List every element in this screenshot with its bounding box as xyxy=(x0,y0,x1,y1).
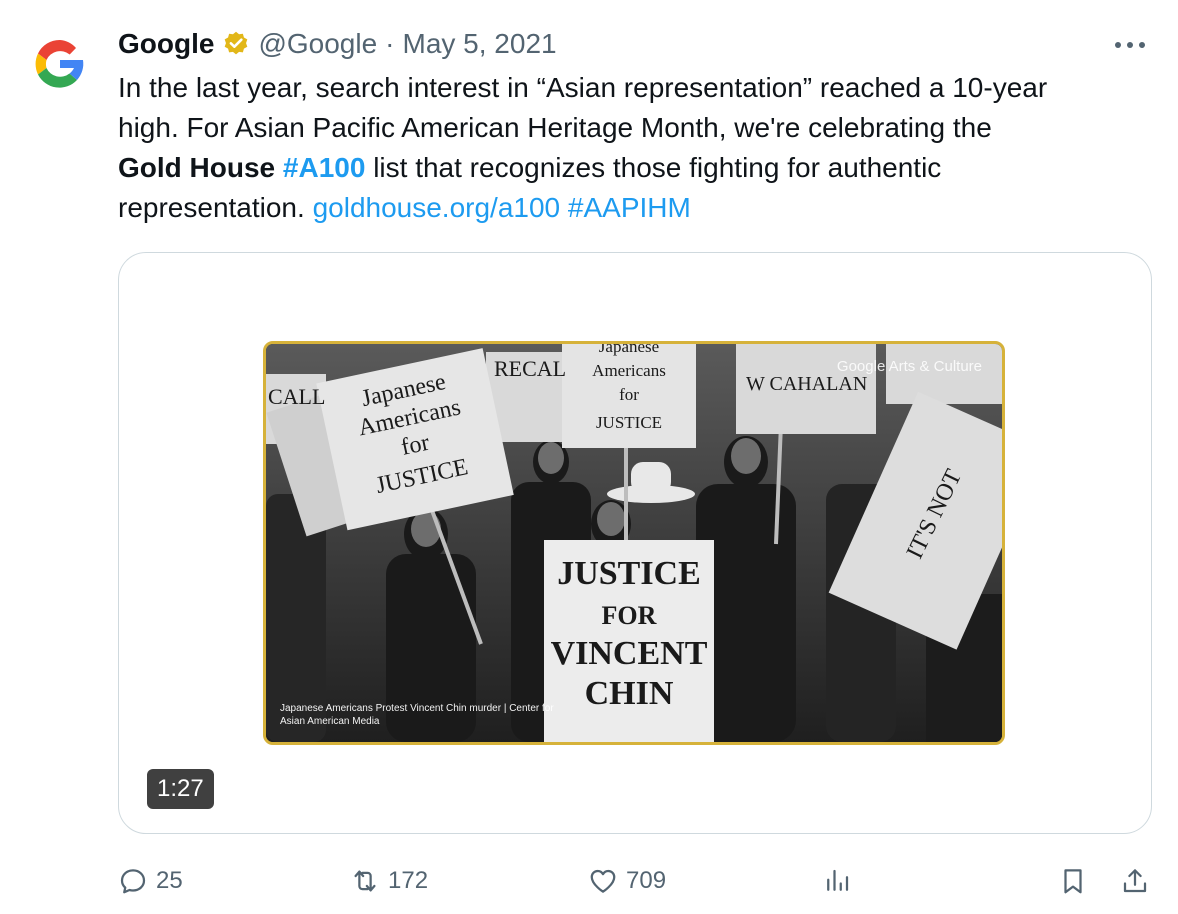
reply-button[interactable]: 25 xyxy=(118,860,183,902)
video-card[interactable]: Japanese Americans for JUSTICE Japanese … xyxy=(118,252,1152,834)
sign-2-line-2: Americans xyxy=(592,361,666,380)
sign-5: W CAHALAN xyxy=(746,373,867,395)
display-name[interactable]: Google xyxy=(118,28,214,60)
sign-2-line-3: for xyxy=(619,385,639,404)
tweet-text-line-3-rest: list that recognizes those fighting for … xyxy=(365,152,942,183)
like-count: 709 xyxy=(626,867,667,894)
share-icon xyxy=(1123,869,1147,893)
tweet-text-line-3: Gold House #A100 list that recognizes th… xyxy=(118,148,1158,188)
separator: · xyxy=(385,28,395,59)
sign-3-line-1: JUSTICE xyxy=(557,555,701,592)
bookmark-button[interactable] xyxy=(1058,860,1088,902)
action-bar: 25 172 709 xyxy=(118,860,1158,902)
views-icon xyxy=(827,869,849,891)
bookmark-icon xyxy=(1064,869,1082,894)
tweet-date[interactable]: May 5, 2021 xyxy=(403,28,557,60)
more-icon xyxy=(1115,42,1145,48)
tweet-text-line-4: representation. goldhouse.org/a100 #AAPI… xyxy=(118,188,1158,228)
share-button[interactable] xyxy=(1120,860,1150,902)
video-caption: Japanese Americans Protest Vincent Chin … xyxy=(280,703,554,727)
gold-house-text: Gold House xyxy=(118,152,276,183)
sign-3-line-3: VINCENT xyxy=(551,635,708,672)
tweet-text-line-2: high. For Asian Pacific American Heritag… xyxy=(118,112,992,143)
sign-7: CALL xyxy=(268,384,325,409)
retweet-icon xyxy=(354,870,376,892)
tweet-header: Google @Google · May 5, 2021 xyxy=(118,26,557,62)
video-thumbnail[interactable]: Japanese Americans for JUSTICE Japanese … xyxy=(263,341,1005,745)
video-watermark: Google Arts & Culture xyxy=(836,358,982,375)
tweet-text-line-1: In the last year, search interest in “As… xyxy=(118,72,1048,103)
sign-4: RECAL xyxy=(494,356,566,381)
retweet-count: 172 xyxy=(388,867,429,894)
tweet: Google @Google · May 5, 2021 In the last… xyxy=(0,0,1178,914)
reply-icon xyxy=(120,869,146,894)
avatar[interactable] xyxy=(22,26,98,102)
google-logo-icon xyxy=(22,26,98,102)
verified-badge-icon xyxy=(222,30,250,58)
tweet-text: In the last year, search interest in “As… xyxy=(118,68,1158,228)
more-options-button[interactable] xyxy=(1112,30,1148,60)
heart-icon xyxy=(590,869,616,893)
goldhouse-link[interactable]: goldhouse.org/a100 xyxy=(313,192,561,223)
tweet-text-line-4-start: representation. xyxy=(118,192,313,223)
sign-3-line-2: FOR xyxy=(602,601,657,630)
sign-3-line-4: CHIN xyxy=(585,675,674,712)
reply-count: 25 xyxy=(156,867,183,894)
retweet-button[interactable]: 172 xyxy=(350,860,428,902)
views-button[interactable] xyxy=(822,860,852,902)
handle[interactable]: @Google xyxy=(258,28,377,60)
hashtag-aapihm-link[interactable]: #AAPIHM xyxy=(568,192,691,223)
protest-photo: Japanese Americans for JUSTICE Japanese … xyxy=(266,344,1002,742)
sign-2-line-1: Japanese xyxy=(599,344,659,356)
hashtag-a100-link[interactable]: #A100 xyxy=(283,152,366,183)
video-duration-badge: 1:27 xyxy=(147,769,214,809)
like-button[interactable]: 709 xyxy=(588,860,666,902)
sign-2-line-4: JUSTICE xyxy=(596,413,662,432)
